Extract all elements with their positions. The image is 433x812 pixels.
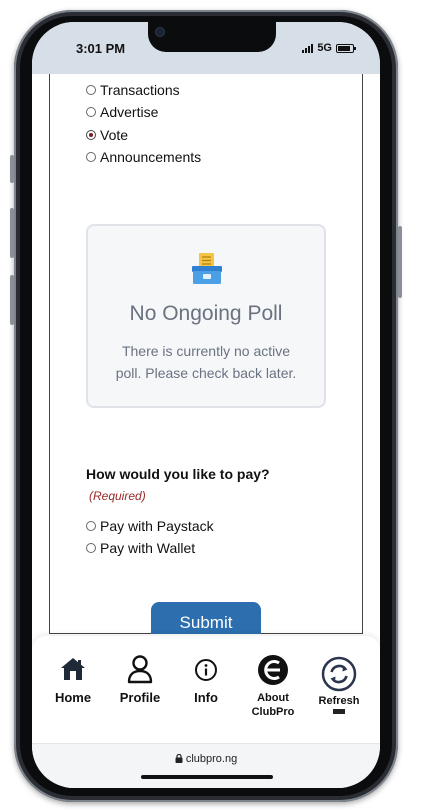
home-indicator[interactable] xyxy=(141,775,273,779)
radio-button[interactable] xyxy=(86,152,96,162)
refresh-underline xyxy=(333,709,345,714)
nav-refresh[interactable]: Refresh xyxy=(314,656,364,714)
no-poll-title: No Ongoing Poll xyxy=(129,302,283,325)
camera-icon xyxy=(156,28,164,36)
required-label: (Required) xyxy=(89,489,146,503)
lock-icon xyxy=(175,753,183,763)
phone-screen: 3:01 PM 5G Transactions Advertise Vote A… xyxy=(32,22,380,788)
option-label: Vote xyxy=(100,127,129,143)
no-poll-card: No Ongoing Poll There is currently no ac… xyxy=(86,224,326,408)
status-bar: 3:01 PM 5G xyxy=(32,22,380,74)
payment-question: How would you like to pay? xyxy=(86,466,270,482)
menu-option-vote[interactable]: Vote xyxy=(86,127,128,143)
pay-option-paystack[interactable]: Pay with Paystack xyxy=(86,518,214,534)
option-label: Pay with Paystack xyxy=(100,518,214,534)
user-icon xyxy=(127,655,153,684)
ballot-box-icon xyxy=(192,253,222,284)
option-label: Advertise xyxy=(100,104,159,120)
signal-icon xyxy=(302,43,314,53)
notch xyxy=(148,22,276,52)
url-text: clubpro.ng xyxy=(185,753,238,765)
menu-option-announcements[interactable]: Announcements xyxy=(86,149,201,165)
page-content[interactable]: Transactions Advertise Vote Announcement… xyxy=(32,74,380,634)
refresh-icon xyxy=(321,656,357,692)
volume-up-button xyxy=(10,208,14,258)
radio-button[interactable] xyxy=(86,521,96,531)
nav-about-label: About ClubPro xyxy=(245,691,301,719)
clubpro-logo-icon xyxy=(258,655,288,685)
option-label: Transactions xyxy=(100,82,180,98)
volume-down-button xyxy=(10,275,14,325)
nav-about[interactable]: About ClubPro xyxy=(245,654,301,719)
status-time: 3:01 PM xyxy=(76,41,126,56)
info-icon xyxy=(195,659,217,681)
radio-button[interactable] xyxy=(86,107,96,117)
submit-button[interactable]: Submit xyxy=(151,602,261,634)
nav-about-line2: ClubPro xyxy=(251,706,295,718)
option-label: Pay with Wallet xyxy=(100,540,196,556)
home-icon xyxy=(61,658,85,680)
no-poll-message: There is currently no active poll. Pleas… xyxy=(115,343,297,381)
nav-info-label: Info xyxy=(194,690,218,705)
url-display[interactable]: clubpro.ng xyxy=(32,753,380,765)
radio-button[interactable] xyxy=(86,543,96,553)
nav-home[interactable]: Home xyxy=(46,656,100,705)
network-label: 5G xyxy=(317,42,332,54)
menu-option-transactions[interactable]: Transactions xyxy=(86,82,180,98)
nav-refresh-label: Refresh xyxy=(318,695,360,707)
nav-profile[interactable]: Profile xyxy=(112,654,168,705)
silent-switch xyxy=(10,155,14,183)
status-indicators: 5G xyxy=(302,42,356,54)
nav-home-label: Home xyxy=(54,690,92,705)
power-button xyxy=(398,226,402,298)
menu-option-advertise[interactable]: Advertise xyxy=(86,104,158,120)
pay-option-wallet[interactable]: Pay with Wallet xyxy=(86,540,195,556)
battery-icon xyxy=(336,43,356,53)
nav-about-line1: About xyxy=(257,692,289,704)
radio-button[interactable] xyxy=(86,85,96,95)
nav-profile-label: Profile xyxy=(119,690,161,705)
bottom-nav: Home Profile Info About ClubPro Refresh xyxy=(32,636,380,743)
browser-url-bar[interactable]: clubpro.ng xyxy=(32,743,380,788)
radio-button-selected[interactable] xyxy=(86,130,96,140)
option-label: Announcements xyxy=(100,149,202,165)
nav-info[interactable]: Info xyxy=(181,658,231,705)
